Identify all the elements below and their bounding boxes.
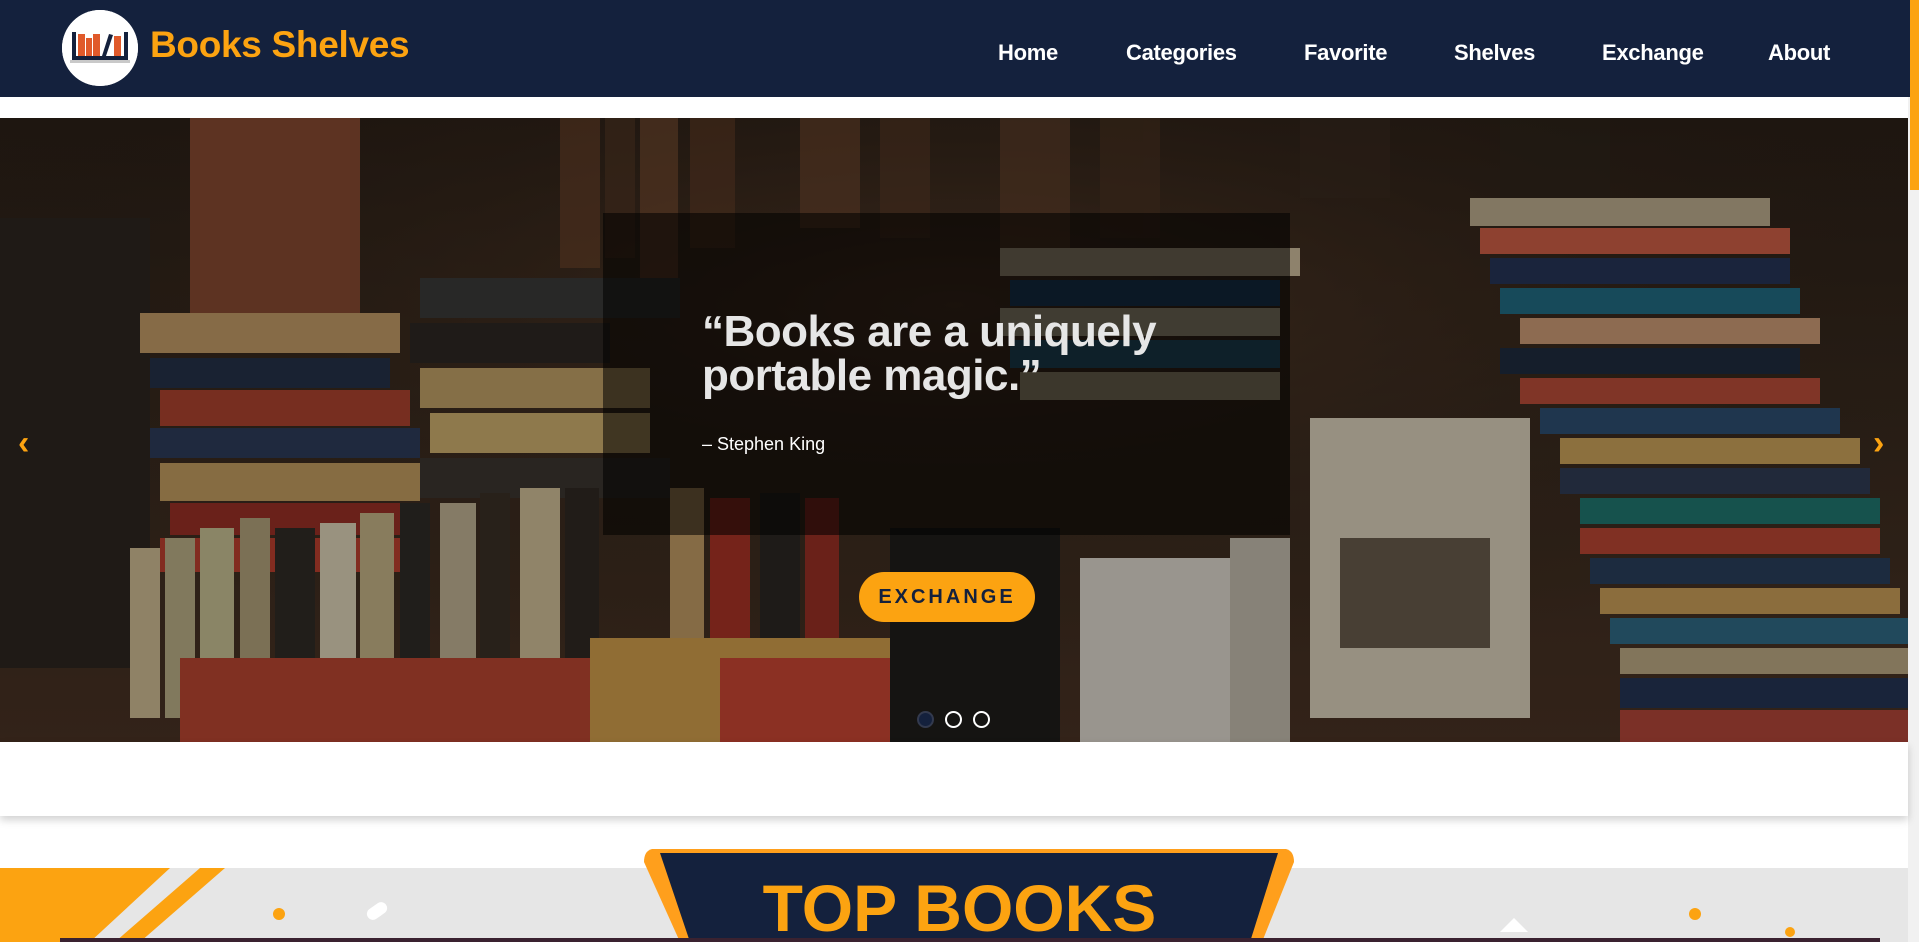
hero-bottom-strip bbox=[0, 742, 1908, 816]
nav-shelves[interactable]: Shelves bbox=[1454, 40, 1535, 66]
hero-quote-author: – Stephen King bbox=[702, 434, 826, 454]
nav-favorite[interactable]: Favorite bbox=[1304, 40, 1387, 66]
nav-home[interactable]: Home bbox=[998, 40, 1058, 66]
scrollbar-thumb[interactable] bbox=[1910, 0, 1919, 190]
navbar: Books Shelves Home Categories Favorite S… bbox=[0, 0, 1908, 97]
nav-categories[interactable]: Categories bbox=[1126, 40, 1237, 66]
nav-about[interactable]: About bbox=[1768, 40, 1830, 66]
carousel-dot-3[interactable] bbox=[973, 711, 990, 728]
hero-carousel: “Books are a uniquely portable magic.” –… bbox=[0, 118, 1908, 742]
exchange-button[interactable]: EXCHANGE bbox=[859, 572, 1035, 622]
carousel-next-icon[interactable]: › bbox=[1873, 426, 1884, 460]
section-title: TOP BOOKS bbox=[762, 871, 1157, 945]
hero-quote: “Books are a uniquely portable magic.” bbox=[702, 307, 1157, 400]
bookshelf-logo-icon[interactable] bbox=[62, 10, 138, 86]
carousel-prev-icon[interactable]: ‹ bbox=[18, 426, 29, 460]
section-bottom-edge bbox=[60, 938, 1880, 942]
carousel-dot-2[interactable] bbox=[945, 711, 962, 728]
brand-title[interactable]: Books Shelves bbox=[150, 24, 410, 66]
carousel-dot-1[interactable] bbox=[917, 711, 934, 728]
nav-exchange[interactable]: Exchange bbox=[1602, 40, 1704, 66]
